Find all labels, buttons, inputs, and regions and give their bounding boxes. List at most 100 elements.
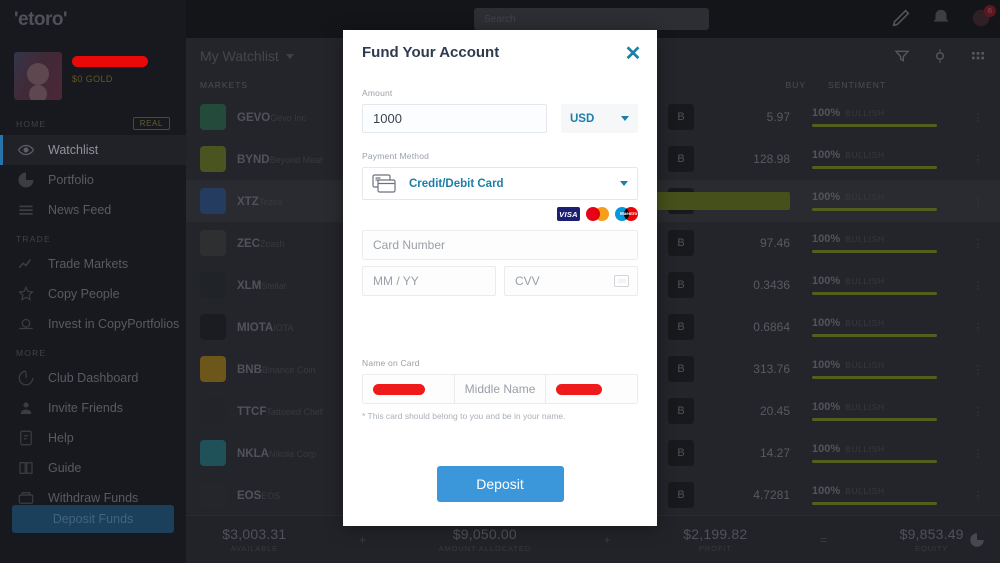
asset-logo-icon [200, 314, 226, 340]
symbol-text: MIOTAIOTA [237, 318, 294, 336]
buy-button[interactable]: B [668, 230, 694, 256]
sidebar-item-club-dashboard[interactable]: Club Dashboard [0, 363, 186, 393]
payment-method-value: Credit/Debit Card [409, 177, 504, 190]
watchlist-title-group[interactable]: My Watchlist [200, 48, 294, 64]
card-back-icon [614, 275, 629, 287]
sidebar-item-portfolio[interactable]: Portfolio [0, 165, 186, 195]
etoro-logo-text: etoro [14, 9, 67, 31]
last-name-redacted [556, 383, 603, 395]
asset-logo-icon [200, 440, 226, 466]
sentiment-value: 100%BULLISH [812, 317, 885, 329]
buy-button[interactable]: B [668, 482, 694, 508]
gear-icon[interactable] [932, 48, 948, 64]
pencil-icon[interactable] [890, 7, 912, 29]
sidebar-item-trade-markets[interactable]: Trade Markets [0, 249, 186, 279]
expiry-input[interactable]: MM / YY [362, 266, 496, 296]
stat-value: $2,199.82 [683, 526, 748, 542]
buy-button[interactable]: B [668, 146, 694, 172]
profile-meta: $0 GOLD [72, 52, 148, 84]
sidebar-item-copyportfolios[interactable]: Invest in CopyPortfolios [0, 309, 186, 339]
card-number-input[interactable]: Card Number [362, 230, 638, 260]
search-placeholder: Search [484, 13, 516, 25]
chat-icon[interactable] [968, 531, 986, 549]
name-on-card-label: Name on Card [362, 358, 420, 368]
deposit-button[interactable]: Deposit [436, 466, 564, 502]
asset-name: Nikola Corp [268, 449, 316, 459]
modal-title: Fund Your Account [362, 43, 500, 61]
asset-symbol: BYND [237, 154, 270, 166]
asset-name: Gevo Inc [270, 113, 307, 123]
sidebar-item-invite-friends[interactable]: Invite Friends [0, 393, 186, 423]
sidebar-item-watchlist[interactable]: Watchlist [0, 135, 186, 165]
bell-icon[interactable] [930, 7, 952, 29]
sentiment-cell: 100%BULLISH [790, 317, 970, 337]
deposit-funds-button[interactable]: Deposit Funds [12, 505, 174, 533]
topbar-icons: 6 [890, 5, 996, 29]
symbol-text: XLMStellar [237, 276, 287, 294]
sentiment-value: 100%BULLISH [812, 275, 885, 287]
etoro-avatar-icon[interactable]: 6 [970, 5, 996, 29]
chevron-down-icon[interactable] [285, 53, 294, 59]
stat-label: EQUITY [914, 544, 949, 553]
credit-card-icon [372, 173, 398, 194]
cvv-input[interactable]: CVV [504, 266, 638, 296]
asset-symbol: TTCF [237, 406, 267, 418]
filter-icon[interactable] [894, 48, 910, 64]
sentiment-bar [812, 418, 937, 421]
amount-input[interactable]: 1000 [362, 104, 547, 133]
search-input[interactable]: Search [474, 8, 709, 30]
sentiment-bar [812, 334, 937, 337]
close-icon[interactable]: ✕ [609, 30, 657, 78]
row-menu-icon[interactable]: ⋮ [970, 111, 986, 124]
sidebar-section-trade: TRADE [0, 225, 186, 249]
row-menu-icon[interactable]: ⋮ [970, 447, 986, 460]
buy-price: 0.3436 [753, 278, 790, 292]
buy-button[interactable]: B [668, 272, 694, 298]
last-name-input[interactable] [546, 374, 639, 404]
sentiment-value: 100%BULLISH [812, 401, 885, 413]
user-profile[interactable]: $0 GOLD [0, 40, 186, 108]
row-menu-icon[interactable]: ⋮ [970, 321, 986, 334]
buy-button[interactable]: B [668, 398, 694, 424]
buy-button[interactable]: B [668, 356, 694, 382]
etoro-logo[interactable]: etoro [0, 0, 186, 40]
row-menu-icon[interactable]: ⋮ [970, 195, 986, 208]
buy-button[interactable]: B [668, 440, 694, 466]
operator: + [603, 532, 611, 547]
middle-name-input[interactable]: Middle Name [454, 374, 547, 404]
sentiment-value: 100%BULLISH [812, 233, 885, 245]
club-icon [16, 369, 36, 387]
row-menu-icon[interactable]: ⋮ [970, 363, 986, 376]
buy-price: 313.76 [753, 362, 790, 376]
sidebar-item-help[interactable]: Help [0, 423, 186, 453]
buy-price: 14.27 [759, 446, 790, 460]
card-brand-logos: VISA Maestro [362, 207, 638, 221]
row-menu-icon[interactable]: ⋮ [970, 405, 986, 418]
payment-method-label: Payment Method [362, 151, 430, 161]
modal-footer: Deposit [343, 466, 657, 526]
sidebar-item-copy-people[interactable]: Copy People [0, 279, 186, 309]
currency-select[interactable]: USD [561, 104, 638, 133]
row-menu-icon[interactable]: ⋮ [970, 489, 986, 502]
etoro-app-window: etoro $0 GOLD HOME REAL Watchlist Portfo… [0, 0, 1000, 563]
account-mode-badge[interactable]: REAL [132, 117, 170, 130]
sentiment-bar [812, 460, 937, 463]
sentiment-cell: 100%BULLISH [790, 107, 970, 127]
sentiment-value: 100%BULLISH [812, 443, 885, 455]
asset-logo-icon [200, 356, 226, 382]
stat-profit: $2,199.82 PROFIT [683, 526, 747, 553]
payment-method-select[interactable]: Credit/Debit Card [362, 167, 638, 200]
symbol-text: XTZTezos [237, 192, 282, 210]
buy-button[interactable]: B [668, 314, 694, 340]
row-menu-icon[interactable]: ⋮ [970, 279, 986, 292]
buy-button[interactable]: B [668, 104, 694, 130]
first-name-input[interactable] [362, 374, 455, 404]
sidebar-item-news-feed[interactable]: News Feed [0, 195, 186, 225]
row-menu-icon[interactable]: ⋮ [970, 153, 986, 166]
row-menu-icon[interactable]: ⋮ [970, 237, 986, 250]
person-icon [16, 399, 36, 417]
grid-icon[interactable] [970, 48, 986, 64]
sidebar-item-guide[interactable]: Guide [0, 453, 186, 483]
sidebar-item-label: Copy People [48, 287, 120, 301]
asset-symbol: XTZ [237, 196, 259, 208]
